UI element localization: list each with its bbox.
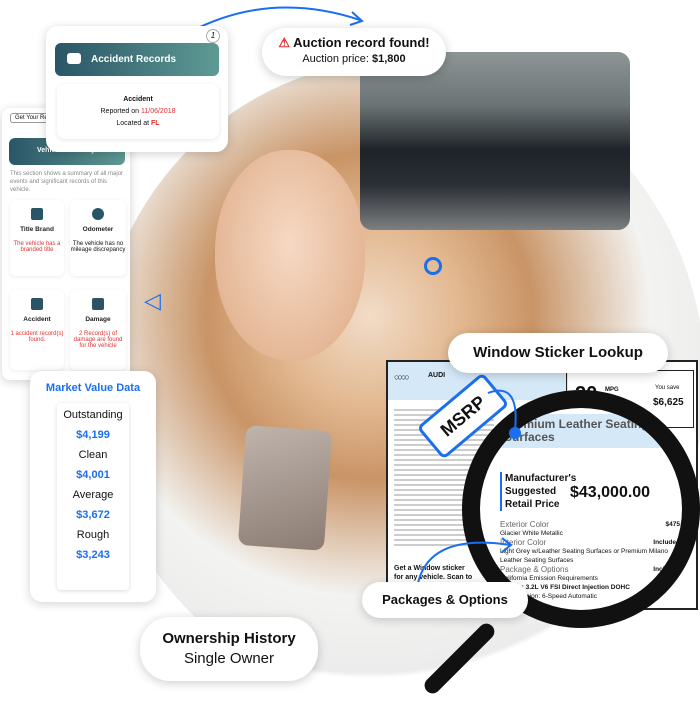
- window-sticker-lookup-pill[interactable]: Window Sticker Lookup: [448, 333, 668, 373]
- auction-title: Auction record found!: [293, 35, 430, 50]
- ownership-title: Ownership History: [162, 630, 296, 647]
- standard-label: Standard: [651, 584, 680, 591]
- option-price: $475: [665, 521, 680, 528]
- auction-price-label: Auction price:: [302, 53, 373, 65]
- tile-label: Accident: [23, 316, 51, 323]
- ownership-history-pill: Ownership History Single Owner: [140, 617, 318, 681]
- car-door-icon: [92, 298, 104, 310]
- accident-records-card: 1 Accident Records Accident Reported on …: [46, 26, 228, 152]
- option-value: California Emission Requirements: [500, 575, 598, 582]
- tile-status: 2 Record(s) of damage are found for the …: [73, 331, 123, 349]
- location: FL: [151, 120, 160, 127]
- car-crash-icon: [31, 298, 43, 310]
- value-amount: $4,001: [76, 469, 110, 481]
- option-price: Included: [653, 566, 680, 573]
- value-label: Clean: [78, 449, 108, 461]
- ownership-value: Single Owner: [183, 650, 275, 667]
- title-brand-icon: [31, 208, 43, 220]
- vehicle-summary-description: This section shows a summary of all majo…: [10, 171, 124, 193]
- odometer-icon: [92, 208, 104, 220]
- value-amount: $3,672: [76, 509, 110, 521]
- market-value-card: Market Value Data Outstanding $4,199 Cle…: [30, 371, 156, 602]
- market-value-title: Market Value Data: [45, 382, 141, 394]
- value-amount: $4,199: [76, 429, 110, 441]
- tile-label: Odometer: [82, 226, 114, 233]
- auction-price: $1,800: [372, 53, 406, 65]
- value-label: Average: [72, 489, 114, 501]
- located-label: Located at: [116, 120, 152, 127]
- triangle-decoration: ◁: [144, 288, 161, 313]
- tile-status: 1 accident record(s) found.: [10, 331, 64, 343]
- msrp-value: $43,000.00: [570, 484, 651, 501]
- window-sticker-title: Window Sticker Lookup: [473, 344, 643, 361]
- circle-decoration: [424, 257, 442, 275]
- sticker-brand: AUDI: [428, 372, 446, 379]
- msrp-arrow: [487, 389, 521, 439]
- accident-record-item[interactable]: Accident Reported on 11/06/2018 Located …: [57, 84, 219, 139]
- accident-records-title: Accident Records: [91, 54, 177, 65]
- audi-logo: ○○○○: [394, 372, 410, 382]
- tile-label: Title Brand: [20, 226, 54, 233]
- tile-label: Damage: [85, 316, 111, 323]
- save-value: $6,625: [653, 397, 684, 408]
- option-value: Glacier White Metallic: [500, 530, 563, 537]
- option-value: Light Grey w/Leather Seating Surfaces or…: [500, 548, 668, 564]
- auction-record-pill: ⚠ Auction record found! Auction price: $…: [262, 28, 446, 76]
- woman-face: [215, 150, 365, 360]
- tile-damage[interactable]: Damage 2 Record(s) of damage are found fo…: [70, 290, 126, 370]
- option-price: Included: [653, 539, 680, 546]
- market-value-list: Outstanding $4,199 Clean $4,001 Average …: [57, 403, 129, 590]
- record-count-badge: 1: [206, 29, 220, 43]
- packages-label: Packages & Options: [382, 592, 508, 607]
- accident-records-header: Accident Records: [55, 43, 219, 76]
- tile-odometer[interactable]: Odometer The vehicle has no mileage discr…: [70, 200, 126, 276]
- record-type: Accident: [123, 96, 153, 103]
- packages-options-pill[interactable]: Packages & Options: [362, 582, 528, 618]
- packages-arrow: [417, 537, 513, 584]
- tile-status: The vehicle has a branded title: [13, 241, 61, 253]
- reported-date: 11/06/2018: [140, 108, 176, 115]
- car-crash-icon: [67, 53, 81, 64]
- phone: [237, 425, 333, 551]
- damaged-car-photo: [360, 52, 630, 230]
- value-label: Outstanding: [63, 409, 123, 421]
- value-label: Rough: [76, 529, 110, 541]
- reported-label: Reported on: [100, 108, 141, 115]
- tile-title-brand[interactable]: Title Brand The vehicle has a branded tit…: [10, 200, 64, 276]
- save-label: You save: [655, 385, 680, 391]
- value-amount: $3,243: [76, 549, 110, 561]
- tile-status: The vehicle has no mileage discrepancy: [70, 241, 126, 253]
- tile-accident[interactable]: Accident 1 accident record(s) found.: [10, 290, 64, 370]
- msrp-label: Manufacturer's Suggested Retail Price: [500, 472, 576, 511]
- warning-icon: ⚠: [278, 35, 290, 50]
- sticker-options: Exterior Color $475 Glacier White Metalli…: [500, 520, 680, 601]
